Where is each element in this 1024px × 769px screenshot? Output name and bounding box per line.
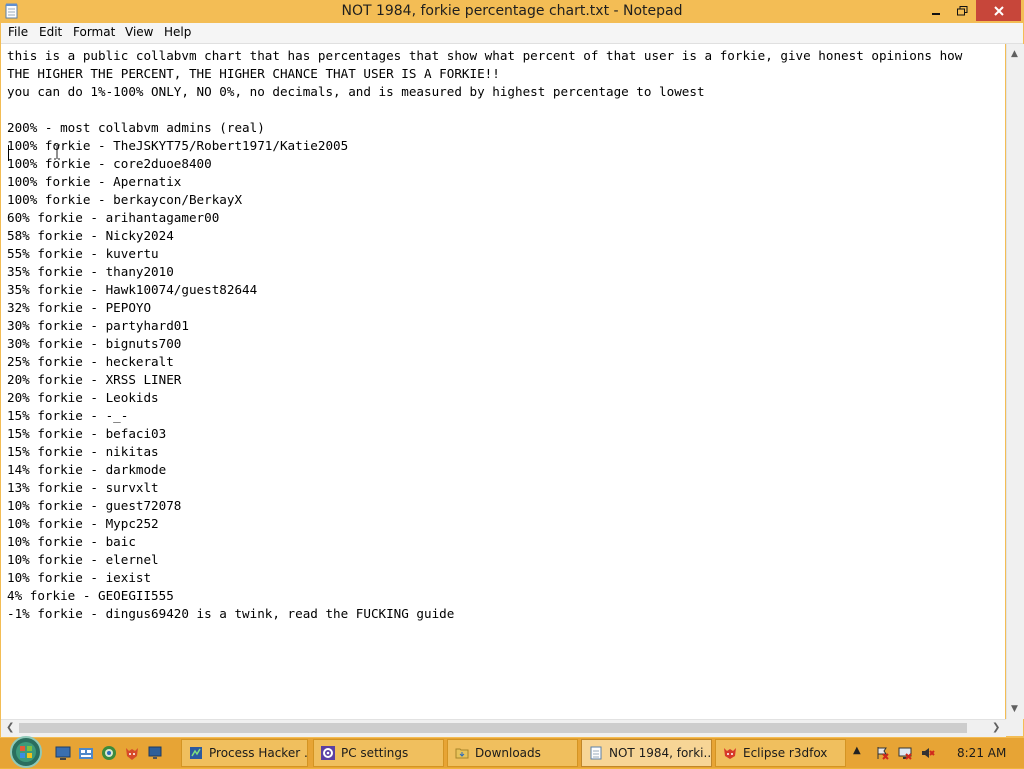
minimize-icon xyxy=(932,12,940,15)
scroll-down-arrow-icon[interactable]: ▼ xyxy=(1011,704,1018,714)
restore-icon xyxy=(957,5,968,15)
task-eclipse-r3dfox[interactable]: Eclipse r3dfox xyxy=(715,739,846,767)
explorer-icon[interactable] xyxy=(78,745,94,761)
minimize-button[interactable] xyxy=(922,0,950,21)
desktop-icon[interactable] xyxy=(55,745,71,761)
text-line: 25% forkie - heckeralt xyxy=(7,354,174,369)
text-line: 15% forkie - befaci03 xyxy=(7,426,167,441)
scroll-right-arrow-icon[interactable]: ❯ xyxy=(992,722,1000,733)
text-line: 35% forkie - Hawk10074/guest82644 xyxy=(7,282,258,297)
close-icon xyxy=(993,5,1004,16)
text-line: 30% forkie - partyhard01 xyxy=(7,318,189,333)
text-line: 15% forkie - -_- xyxy=(7,408,129,423)
fox-icon xyxy=(724,748,736,759)
menu-help[interactable]: Help xyxy=(164,25,191,39)
scroll-left-arrow-icon[interactable]: ❮ xyxy=(6,722,14,733)
clock[interactable]: 8:21 AM xyxy=(957,746,1006,760)
title-bar[interactable]: NOT 1984, forkie percentage chart.txt - … xyxy=(0,0,1024,23)
text-line: 10% forkie - Mypc252 xyxy=(7,516,159,531)
task-label: NOT 1984, forki... xyxy=(609,746,711,760)
folder-icon xyxy=(455,748,469,759)
task-process-hacker[interactable]: Process Hacker ... xyxy=(181,739,308,767)
task-notepad[interactable]: NOT 1984, forki... xyxy=(581,739,712,767)
text-caret xyxy=(8,145,9,161)
text-line: 10% forkie - guest72078 xyxy=(7,498,182,513)
text-line: 15% forkie - nikitas xyxy=(7,444,159,459)
text-line: 13% forkie - survxlt xyxy=(7,480,159,495)
show-hidden-icons-icon[interactable]: ▲ xyxy=(853,745,867,759)
start-orb-icon[interactable] xyxy=(8,735,44,769)
text-line: 35% forkie - thany2010 xyxy=(7,264,174,279)
browser-icon[interactable] xyxy=(101,745,117,761)
horizontal-scrollbar[interactable]: ❮ ❯ xyxy=(1,719,1006,737)
volume-muted-icon[interactable] xyxy=(921,746,935,760)
menu-bar: File Edit Format View Help xyxy=(1,23,1023,44)
close-button[interactable] xyxy=(976,0,1021,21)
network-icon[interactable] xyxy=(898,746,912,760)
text-line: 20% forkie - XRSS LINER xyxy=(7,372,182,387)
taskbar: Process Hacker ... PC settings Downloads… xyxy=(0,735,1024,769)
text-line: 100% forkie - core2duoe8400 xyxy=(7,156,212,171)
text-line: 60% forkie - arihantagamer00 xyxy=(7,210,220,225)
window-title: NOT 1984, forkie percentage chart.txt - … xyxy=(341,3,683,19)
text-line: 14% forkie - darkmode xyxy=(7,462,167,477)
menu-edit[interactable]: Edit xyxy=(39,25,62,39)
text-line: -1% forkie - dingus69420 is a twink, rea… xyxy=(7,606,455,621)
notepad-window: NOT 1984, forkie percentage chart.txt - … xyxy=(0,0,1024,738)
action-center-flag-icon[interactable] xyxy=(875,746,889,760)
task-label: Process Hacker ... xyxy=(209,746,307,760)
text-line: 4% forkie - GEOEGII555 xyxy=(7,588,174,603)
document-text: this is a public collabvm chart that has… xyxy=(7,47,962,623)
text-line: 55% forkie - kuvertu xyxy=(7,246,159,261)
monitor-icon[interactable] xyxy=(147,745,163,761)
task-label: PC settings xyxy=(341,746,409,760)
text-line: 200% - most collabvm admins (real) xyxy=(7,120,265,135)
scrollbar-corner xyxy=(1006,719,1023,736)
text-line: you can do 1%-100% ONLY, NO 0%, no decim… xyxy=(7,84,705,99)
menu-view[interactable]: View xyxy=(125,25,153,39)
vertical-scrollbar[interactable]: ▲ ▼ xyxy=(1006,44,1024,719)
horizontal-scroll-thumb[interactable] xyxy=(19,723,967,733)
text-line: 58% forkie - Nicky2024 xyxy=(7,228,174,243)
text-line: 20% forkie - Leokids xyxy=(7,390,159,405)
task-pc-settings[interactable]: PC settings xyxy=(313,739,444,767)
text-line: 100% forkie - berkaycon/BerkayX xyxy=(7,192,243,207)
restore-button[interactable] xyxy=(949,0,976,21)
process-hacker-icon xyxy=(190,747,202,759)
text-editor[interactable]: this is a public collabvm chart that has… xyxy=(1,44,1005,719)
fox-browser-icon[interactable] xyxy=(124,745,140,761)
text-line: 30% forkie - bignuts700 xyxy=(7,336,182,351)
text-line: THE HIGHER THE PERCENT, THE HIGHER CHANC… xyxy=(7,66,500,81)
text-line: 10% forkie - elernel xyxy=(7,552,159,567)
notepad-icon xyxy=(590,746,602,760)
text-line: 10% forkie - baic xyxy=(7,534,136,549)
gear-icon xyxy=(321,746,335,760)
menu-format[interactable]: Format xyxy=(73,25,115,39)
text-line: 32% forkie - PEPOYO xyxy=(7,300,152,315)
task-downloads[interactable]: Downloads xyxy=(447,739,578,767)
text-line: 100% forkie - TheJSKYT75/Robert1971/Kati… xyxy=(7,138,349,153)
text-line: 100% forkie - Apernatix xyxy=(7,174,182,189)
menu-file[interactable]: File xyxy=(8,25,28,39)
text-line: this is a public collabvm chart that has… xyxy=(7,48,963,63)
ibeam-cursor-icon xyxy=(54,144,60,160)
task-label: Downloads xyxy=(475,746,541,760)
task-label: Eclipse r3dfox xyxy=(743,746,828,760)
scroll-up-arrow-icon[interactable]: ▲ xyxy=(1011,49,1018,59)
text-line: 10% forkie - iexist xyxy=(7,570,152,585)
text-line xyxy=(7,101,962,119)
